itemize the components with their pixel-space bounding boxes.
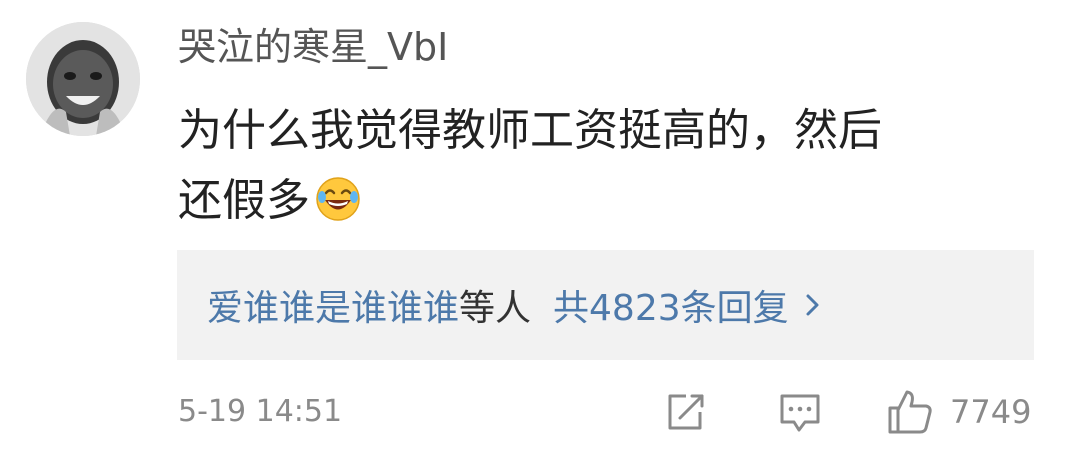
replies-summary[interactable]: 爱谁谁是谁谁谁 等人 共4823条回复 (177, 250, 1034, 360)
avatar[interactable] (26, 22, 140, 136)
username[interactable]: 哭泣的寒星_VbI (178, 24, 448, 70)
comment-text-line2: 还假多 (178, 166, 1028, 236)
like-button[interactable]: 7749 (886, 388, 1036, 436)
comment-text: 为什么我觉得教师工资挺高的，然后 还假多 (178, 96, 1028, 236)
comment-text-line1: 为什么我觉得教师工资挺高的，然后 (178, 105, 882, 156)
laughing-with-tears-emoji-icon (316, 177, 360, 221)
reply-user-names[interactable]: 爱谁谁是谁谁谁 (207, 279, 459, 331)
like-count: 7749 (950, 393, 1032, 431)
timestamp: 5-19 14:51 (178, 394, 343, 429)
chevron-right-icon (806, 294, 819, 316)
share-icon[interactable] (662, 388, 708, 436)
thumbs-up-icon (888, 390, 932, 434)
reply-count-link[interactable]: 共4823条回复 (553, 279, 789, 331)
reply-names-suffix: 等人 (459, 288, 532, 329)
comment-bubble-icon[interactable] (777, 388, 823, 436)
comment-text-line2-text: 还假多 (178, 175, 310, 226)
